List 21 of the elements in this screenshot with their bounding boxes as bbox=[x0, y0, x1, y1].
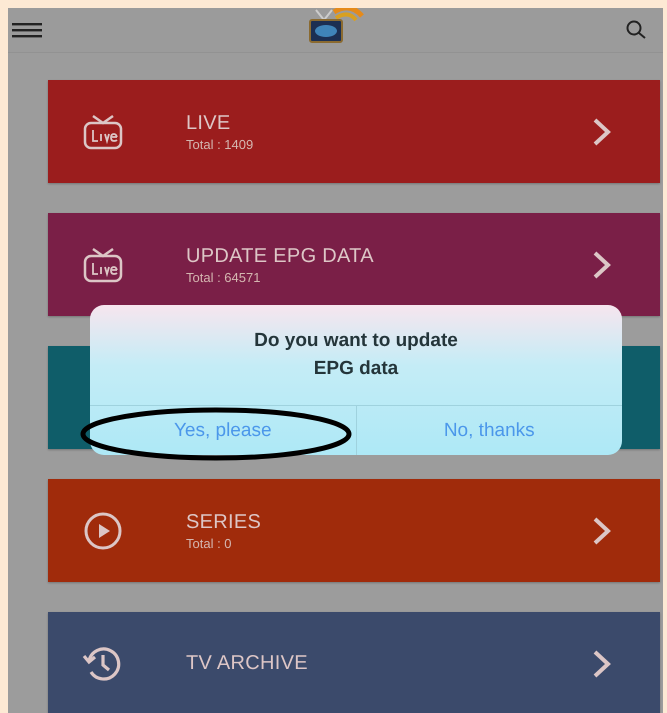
card-total: Total : 0 bbox=[186, 536, 233, 550]
card-title: UPDATE EPG DATA bbox=[186, 244, 375, 268]
card-title: LIVE bbox=[186, 112, 232, 134]
menu-card[interactable]: SERIES Total : 0 bbox=[48, 479, 660, 582]
menu-card[interactable]: LIVE Total : 1409 bbox=[48, 80, 660, 183]
card-total: Total : 64571 bbox=[186, 270, 262, 284]
dialog-message: Do you want to update EPG data bbox=[90, 305, 622, 406]
chevron-right-icon bbox=[592, 648, 612, 678]
menu-icon[interactable] bbox=[12, 22, 42, 38]
chevron-right-icon bbox=[592, 516, 612, 546]
live-tv-icon bbox=[81, 112, 125, 150]
card-total: Total : 1409 bbox=[186, 136, 254, 152]
chevron-right-icon bbox=[592, 116, 612, 146]
play-icon bbox=[83, 510, 123, 550]
card-title: SERIES bbox=[186, 510, 262, 534]
menu-card[interactable]: UPDATE EPG DATA Total : 64571 bbox=[48, 213, 660, 316]
card-title: TV ARCHIVE bbox=[186, 652, 309, 675]
chevron-right-icon bbox=[592, 250, 612, 280]
menu-card[interactable]: TV ARCHIVE bbox=[48, 612, 660, 713]
search-icon[interactable] bbox=[625, 19, 647, 41]
live-tv-icon bbox=[81, 246, 125, 284]
